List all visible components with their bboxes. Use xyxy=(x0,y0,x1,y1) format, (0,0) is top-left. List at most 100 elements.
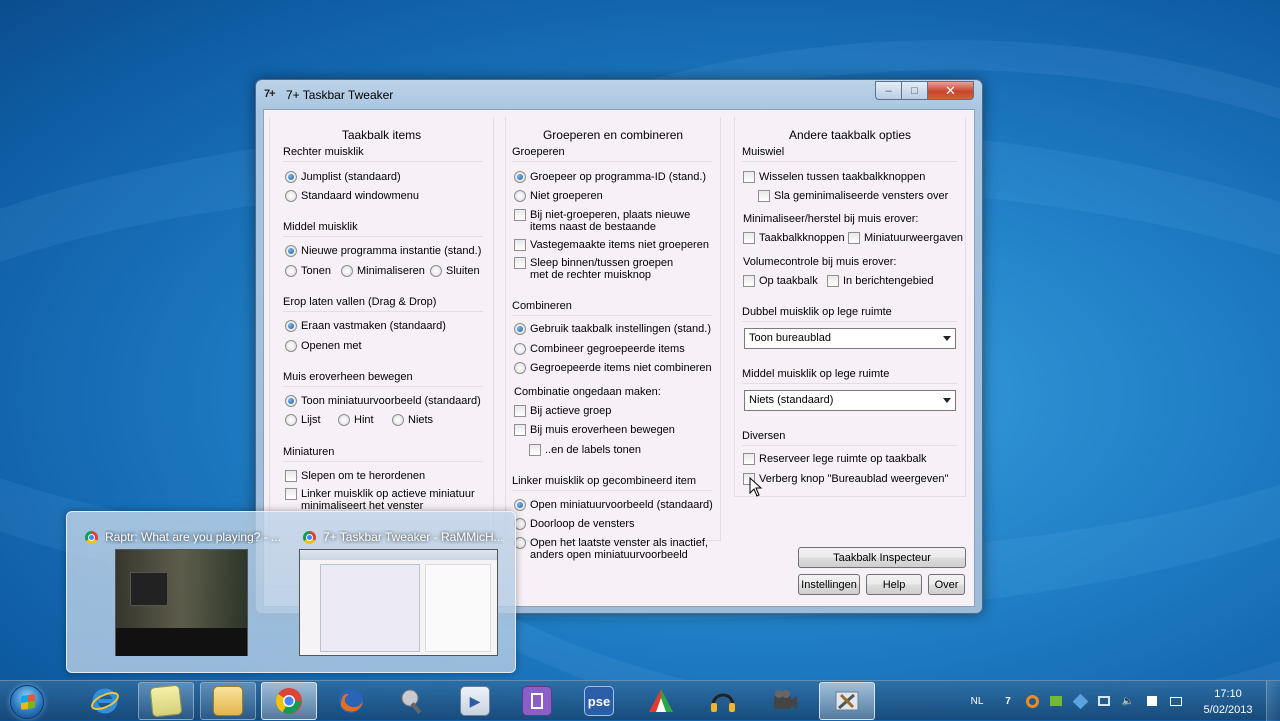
check-place-new-items[interactable]: Bij niet-groeperen, plaats nieuwe items … xyxy=(514,209,709,233)
double-click-select[interactable]: Toon bureaublad xyxy=(744,328,956,349)
checkbox[interactable] xyxy=(514,257,526,269)
check-drag-reorder[interactable]: Slepen om te herordenen xyxy=(285,470,425,482)
radio-button[interactable] xyxy=(514,499,526,511)
radio-window-menu[interactable]: Standaard windowmenu xyxy=(285,190,419,202)
show-desktop-button[interactable] xyxy=(1266,681,1280,721)
check-minimize-active[interactable]: Linker muisklik op actieve miniatuur min… xyxy=(285,488,485,512)
radio-use-taskbar-settings[interactable]: Gebruik taakbalk instellingen (stand.) xyxy=(514,323,711,335)
checkbox[interactable] xyxy=(848,232,860,244)
radio-new-instance[interactable]: Nieuwe programma instantie (stand.) xyxy=(285,245,481,257)
check-reserve-space[interactable]: Reserveer lege ruimte op taakbalk xyxy=(743,453,927,465)
clock[interactable]: 17:10 5/02/2013 xyxy=(1193,686,1263,718)
checkbox[interactable] xyxy=(743,171,755,183)
check-switch-buttons[interactable]: Wisselen tussen taakbalkknoppen xyxy=(743,171,925,183)
volume-icon[interactable]: 🔈 xyxy=(1120,693,1136,709)
taskbar-firefox[interactable] xyxy=(323,682,379,720)
thumbnail-title[interactable]: 7+ Taskbar Tweaker - RaMMicH... xyxy=(323,530,503,544)
radio-cycle-windows[interactable]: Doorloop de vensters xyxy=(514,518,635,530)
radio-open-thumbnail[interactable]: Open miniatuurvoorbeeld (standaard) xyxy=(514,499,713,511)
checkbox[interactable] xyxy=(758,190,770,202)
minimize-button[interactable]: – xyxy=(875,81,902,100)
radio-jumplist[interactable]: Jumplist (standaard) xyxy=(285,171,401,183)
radio-button[interactable] xyxy=(285,414,297,426)
radio-nothing[interactable]: Niets xyxy=(392,414,433,426)
radio-button[interactable] xyxy=(430,265,442,277)
thumbnail-title[interactable]: Raptr: What are you playing? - ... xyxy=(105,530,280,544)
checkbox[interactable] xyxy=(827,275,839,287)
radio-button[interactable] xyxy=(514,323,526,335)
checkbox[interactable] xyxy=(285,488,297,500)
radio-button[interactable] xyxy=(514,190,526,202)
radio-show-thumbnail[interactable]: Toon miniatuurvoorbeeld (standaard) xyxy=(285,395,481,407)
radio-open-with[interactable]: Openen met xyxy=(285,340,362,352)
check-notification-area[interactable]: In berichtengebied xyxy=(827,275,934,287)
radio-button[interactable] xyxy=(285,395,297,407)
taskbar-inspector-button[interactable]: Taakbalk Inspecteur xyxy=(798,547,966,568)
checkbox[interactable] xyxy=(514,209,526,221)
checkbox[interactable] xyxy=(285,470,297,482)
middle-click-select[interactable]: Niets (standaard) xyxy=(744,390,956,411)
check-on-taskbar[interactable]: Op taakbalk xyxy=(743,275,818,287)
radio-button[interactable] xyxy=(285,245,297,257)
radio-no-grouping[interactable]: Niet groeperen xyxy=(514,190,603,202)
taskbar-tweaker-tray-icon[interactable]: 7 xyxy=(1000,693,1016,709)
tray-app-icon[interactable] xyxy=(1024,693,1040,709)
taskbar-media-app[interactable]: ▶ xyxy=(447,682,503,720)
language-indicator[interactable]: NL xyxy=(967,693,987,709)
taskbar-taskbar-tweaker[interactable] xyxy=(819,682,875,720)
taskbar-chrome[interactable] xyxy=(261,682,317,720)
check-taskbar-buttons[interactable]: Taakbalkknoppen xyxy=(743,232,845,244)
radio-button[interactable] xyxy=(392,414,404,426)
checkbox[interactable] xyxy=(514,239,526,251)
taskbar-color-app[interactable] xyxy=(633,682,689,720)
radio-show[interactable]: Tonen xyxy=(285,265,331,277)
radio-hint[interactable]: Hint xyxy=(338,414,374,426)
taskbar-windows-explorer[interactable] xyxy=(200,682,256,720)
radio-button[interactable] xyxy=(514,171,526,183)
taskbar-pse[interactable]: pse xyxy=(571,682,627,720)
radio-close[interactable]: Sluiten xyxy=(430,265,480,277)
settings-button[interactable]: Instellingen xyxy=(798,574,860,595)
thumbnail-preview-raptr[interactable] xyxy=(115,549,248,656)
check-show-labels[interactable]: ..en de labels tonen xyxy=(529,444,641,456)
help-button[interactable]: Help xyxy=(866,574,922,595)
tray-network-icon[interactable] xyxy=(1096,693,1112,709)
check-hide-show-desktop[interactable]: Verberg knop "Bureaublad weergeven" xyxy=(743,473,948,485)
taskbar-movie-app[interactable] xyxy=(509,682,565,720)
radio-button[interactable] xyxy=(285,265,297,277)
radio-button[interactable] xyxy=(285,171,297,183)
radio-attach[interactable]: Eraan vastmaken (standaard) xyxy=(285,320,446,332)
radio-button[interactable] xyxy=(514,362,526,374)
taskbar-audio[interactable] xyxy=(695,682,751,720)
thumbnail-preview-tweaker[interactable] xyxy=(299,549,498,656)
taskbar-paint-tool[interactable] xyxy=(385,682,441,720)
radio-combine-grouped[interactable]: Combineer gegroepeerde items xyxy=(514,343,685,355)
check-on-hover[interactable]: Bij muis eroverheen bewegen xyxy=(514,424,675,436)
radio-minimize[interactable]: Minimaliseren xyxy=(341,265,425,277)
check-active-group[interactable]: Bij actieve groep xyxy=(514,405,611,417)
checkbox[interactable] xyxy=(514,405,526,417)
checkbox[interactable] xyxy=(529,444,541,456)
radio-button[interactable] xyxy=(285,190,297,202)
check-drag-right-button[interactable]: Sleep binnen/tussen groepen met de recht… xyxy=(514,257,689,281)
checkbox[interactable] xyxy=(743,275,755,287)
checkbox[interactable] xyxy=(743,232,755,244)
start-button[interactable] xyxy=(4,682,50,720)
radio-button[interactable] xyxy=(514,343,526,355)
check-thumbnail-views[interactable]: Miniatuurweergaven xyxy=(848,232,963,244)
action-center-flag-icon[interactable] xyxy=(1144,693,1160,709)
checkbox[interactable] xyxy=(743,453,755,465)
radio-button[interactable] xyxy=(338,414,350,426)
taskbar-internet-explorer[interactable] xyxy=(77,682,133,720)
tray-gpu-icon[interactable] xyxy=(1048,693,1064,709)
radio-button[interactable] xyxy=(341,265,353,277)
radio-no-combine[interactable]: Gegroepeerde items niet combineren xyxy=(514,362,712,374)
taskbar-sticky-notes[interactable] xyxy=(138,682,194,720)
radio-list[interactable]: Lijst xyxy=(285,414,321,426)
radio-group-by-id[interactable]: Groepeer op programma-ID (stand.) xyxy=(514,171,706,183)
checkbox[interactable] xyxy=(514,424,526,436)
title-bar[interactable]: 7+ 7+ Taskbar Tweaker – □ ✕ xyxy=(256,80,982,108)
taskbar-video-camera[interactable] xyxy=(757,682,813,720)
about-button[interactable]: Over xyxy=(928,574,965,595)
radio-open-last-inactive[interactable]: Open het laatste venster als inactief, a… xyxy=(514,537,714,561)
